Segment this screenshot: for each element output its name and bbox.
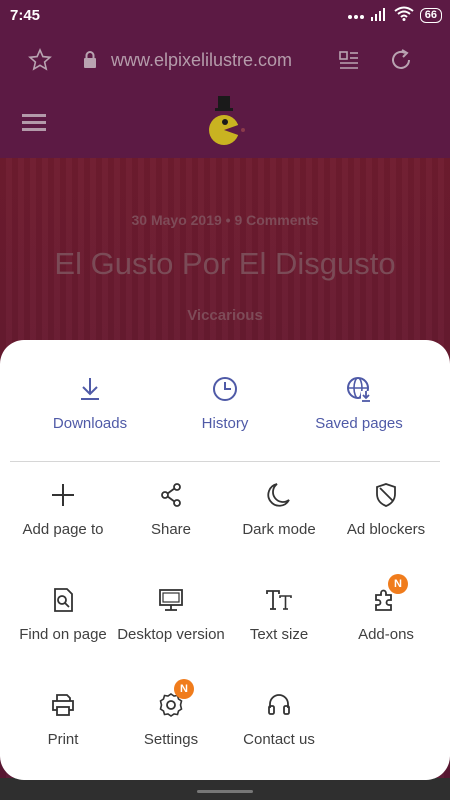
saved-pages-button[interactable]: Saved pages (289, 374, 429, 432)
dark-mode-button[interactable]: Dark mode (224, 481, 334, 539)
status-icons: 66 (347, 6, 442, 25)
saved-pages-icon (289, 374, 429, 404)
puzzle-icon: N (331, 574, 441, 614)
site-logo-mascot[interactable] (205, 96, 249, 155)
lock-icon (82, 50, 98, 75)
settings-new-badge: N (174, 679, 194, 699)
wifi-icon (394, 6, 414, 25)
notification-dots-icon (347, 7, 364, 24)
shield-icon (331, 481, 441, 509)
contact-us-button[interactable]: Contact us (224, 691, 334, 749)
find-on-page-label: Find on page (19, 626, 107, 643)
reload-icon[interactable] (388, 47, 414, 78)
history-icon (155, 374, 295, 404)
hamburger-menu-icon[interactable] (22, 112, 46, 137)
history-button[interactable]: History (155, 374, 295, 432)
desktop-icon (116, 586, 226, 614)
settings-label: Settings (143, 731, 199, 748)
share-icon (116, 481, 226, 509)
history-label: History (201, 415, 249, 432)
text-size-label: Text size (249, 626, 309, 643)
ad-blockers-label: Ad blockers (346, 521, 426, 538)
headset-icon (224, 691, 334, 719)
signal-icon (370, 7, 388, 25)
dark-mode-label: Dark mode (242, 521, 316, 538)
text-size-button[interactable]: Text size (224, 586, 334, 644)
battery-indicator: 66 (419, 8, 442, 23)
menu-top-row: Downloads History Saved pages (0, 374, 450, 444)
share-button[interactable]: Share (116, 481, 226, 539)
home-indicator[interactable] (197, 790, 253, 793)
download-icon (20, 374, 160, 404)
text-size-icon (224, 586, 334, 614)
add-page-to-button[interactable]: Add page to (8, 481, 118, 539)
desktop-version-button[interactable]: Desktop version (116, 586, 226, 644)
plus-icon (8, 481, 118, 509)
print-button[interactable]: Print (8, 691, 118, 749)
add-ons-new-badge: N (388, 574, 408, 594)
article-title[interactable]: El Gusto Por El Disgusto (0, 246, 450, 282)
desktop-version-label: Desktop version (117, 626, 225, 643)
add-ons-label: Add-ons (358, 626, 414, 643)
status-time: 7:45 (10, 7, 41, 24)
bookmark-star-icon[interactable] (28, 48, 52, 77)
ad-blockers-button[interactable]: Ad blockers (331, 481, 441, 539)
reader-mode-icon[interactable] (338, 49, 360, 76)
contact-us-label: Contact us (243, 731, 315, 748)
print-label: Print (47, 731, 79, 748)
gear-icon: N (116, 679, 226, 719)
find-on-page-button[interactable]: Find on page (8, 586, 118, 644)
moon-icon (224, 481, 334, 509)
downloads-button[interactable]: Downloads (20, 374, 160, 432)
print-icon (8, 691, 118, 719)
settings-button[interactable]: N Settings (116, 679, 226, 749)
find-page-icon (8, 586, 118, 614)
share-label: Share (150, 521, 192, 538)
article-meta: 30 Mayo 2019 • 9 Comments (131, 212, 319, 228)
status-bar: 7:45 66 (0, 0, 450, 30)
saved-pages-label: Saved pages (315, 415, 403, 432)
browser-toolbar: www.elpixelilustre.com (0, 40, 450, 84)
navigation-bar (0, 778, 450, 800)
add-ons-button[interactable]: N Add-ons (331, 574, 441, 644)
url-field[interactable]: www.elpixelilustre.com (111, 50, 292, 71)
downloads-label: Downloads (52, 415, 128, 432)
browser-menu-sheet: Downloads History Saved pages Add page t… (0, 340, 450, 780)
menu-divider (10, 461, 440, 462)
add-page-to-label: Add page to (22, 521, 104, 538)
article-author[interactable]: Viccarious (0, 307, 450, 324)
